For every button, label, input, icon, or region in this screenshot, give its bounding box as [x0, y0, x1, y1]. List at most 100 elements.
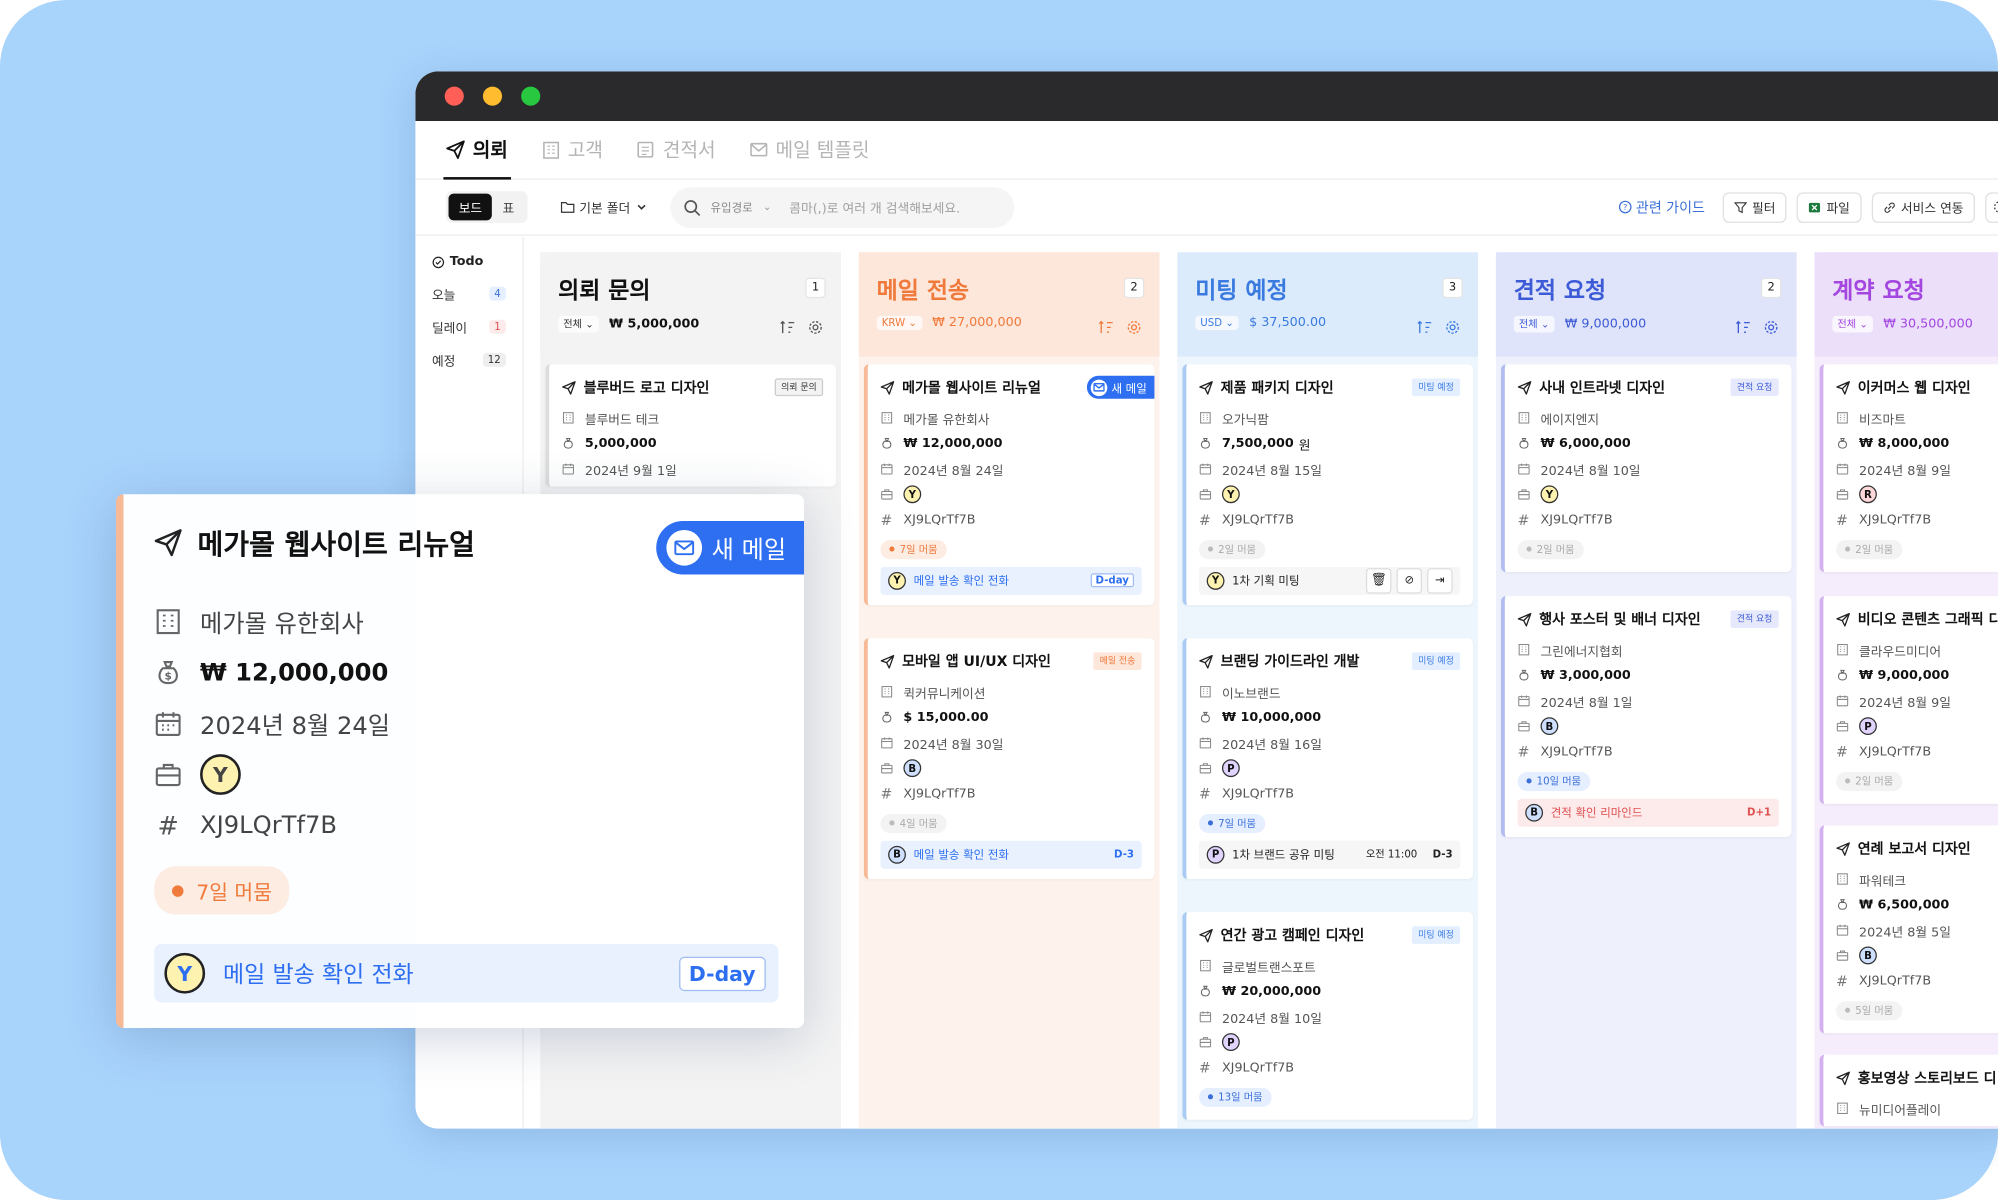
avatar[interactable]: Y	[200, 754, 241, 795]
avatar[interactable]: Y	[903, 485, 922, 504]
stay-badge: 2일 머뭄	[1836, 771, 1903, 791]
task-row[interactable]: B 메일 발송 확인 전화 D-3	[880, 840, 1142, 869]
more-button[interactable]	[1985, 191, 1998, 223]
currency-select[interactable]: 전체 ⌄	[1832, 315, 1874, 333]
request-card[interactable]: 행사 포스터 및 배너 디자인 견적 요청 그린에너지협회 ₩ 3,000,000 20…	[1501, 596, 1792, 837]
sidebar-item-today[interactable]: 오늘 4	[432, 284, 506, 303]
tab-customers[interactable]: 고객	[538, 120, 605, 179]
request-detail-card[interactable]: 메가몰 웹사이트 리뉴얼 새 메일 메가몰 유한회사 $ ₩ 12,000,00…	[115, 494, 805, 1029]
service-integration-button[interactable]: 서비스 연동	[1871, 191, 1976, 223]
request-card[interactable]: 모바일 앱 UI/UX 디자인 메일 전송 퀵커뮤니케이션 $ 15,000.00 20…	[863, 638, 1155, 879]
request-card[interactable]: 브랜딩 가이드라인 개발 미팅 예정 이노브랜드 ₩ 10,000,000 2024년 …	[1182, 638, 1473, 879]
avatar[interactable]: B	[1859, 946, 1877, 965]
avatar[interactable]: Y	[1221, 485, 1240, 504]
sort-icon[interactable]	[1098, 320, 1113, 335]
card-title: 블루버드 로고 디자인	[583, 379, 710, 397]
building-icon	[1200, 959, 1211, 972]
new-mail-badge[interactable]: 새 메일	[1087, 375, 1155, 399]
gear-icon[interactable]	[808, 320, 823, 335]
move-icon[interactable]: ⇥	[1427, 567, 1453, 594]
gear-icon[interactable]	[1763, 320, 1778, 335]
file-button[interactable]: 파일	[1797, 191, 1862, 223]
new-mail-badge[interactable]: 새 메일	[655, 521, 805, 575]
sort-icon[interactable]	[1417, 320, 1432, 335]
task-row[interactable]: P 1차 브랜드 공유 미팅 오전 11:00 D-3	[1199, 840, 1461, 869]
task-time: 오전 11:00	[1365, 848, 1418, 860]
card-company: 파워테크	[1836, 866, 1998, 891]
currency-select[interactable]: 전체 ⌄	[1513, 315, 1555, 333]
search-input[interactable]: 콤마(,)로 여러 개 검색해보세요.	[789, 197, 960, 217]
hide-icon[interactable]: ⊘	[1396, 567, 1423, 594]
guide-link[interactable]: ? 관련 가이드	[1618, 197, 1705, 217]
search-bar[interactable]: 유입경로 ⌄ 콤마(,)로 여러 개 검색해보세요.	[669, 186, 1014, 228]
paper-plane-icon	[154, 529, 182, 557]
tab-mail-templates[interactable]: 메일 템플릿	[746, 120, 872, 179]
card-company: 비즈마트	[1836, 405, 1998, 430]
kanban-column: 메일 전송 2 KRW ⌄ ₩ 27,000,000 메가몰 웹사이트 리뉴얼 새 메일 메…	[858, 252, 1160, 1129]
card-title-row: 연간 광고 캠페인 디자인 미팅 예정	[1199, 925, 1461, 945]
card-code: # XJ9LQrTf7B	[1836, 507, 1998, 532]
stay-label: 10일 머뭄	[1536, 775, 1582, 787]
amount-value: $ 15,000.00	[903, 710, 989, 725]
column-count: 1	[805, 277, 826, 299]
file-label: 파일	[1826, 202, 1850, 217]
search-filter-select[interactable]: 유입경로	[710, 199, 752, 216]
money-bag-icon	[1519, 669, 1529, 681]
card-date: 2024년 9월 1일	[562, 456, 823, 481]
sidebar-todo[interactable]: Todo	[432, 255, 522, 269]
tab-requests[interactable]: 의뢰	[443, 120, 510, 180]
avatar[interactable]: B	[903, 759, 922, 778]
request-card[interactable]: 제품 패키지 디자인 미팅 예정 오가닉팜 7,500,000 원 2024년 8월 15…	[1182, 364, 1473, 605]
request-card[interactable]: 홍보영상 스토리보드 디 뉴미디어플레이	[1819, 1054, 1998, 1127]
briefcase-icon	[1836, 489, 1849, 500]
avatar[interactable]: P	[1859, 717, 1877, 736]
gear-icon[interactable]	[1445, 320, 1460, 335]
column-count: 2	[1760, 277, 1782, 299]
request-card[interactable]: 이커머스 웹 디자인 비즈마트 ₩ 8,000,000 2024년 8월 9일 R # XJ…	[1819, 364, 1998, 572]
minimize-window-button[interactable]	[482, 86, 503, 106]
avatar[interactable]: R	[1859, 485, 1877, 504]
sidebar-item-delay[interactable]: 딜레이 1	[432, 317, 506, 336]
amount-value: ₩ 9,000,000	[1859, 668, 1950, 683]
task-row[interactable]: Y 메일 발송 확인 전화 D-day	[880, 566, 1142, 595]
request-card[interactable]: 메가몰 웹사이트 리뉴얼 새 메일 메가몰 유한회사 ₩ 12,000,000 2024…	[863, 364, 1155, 605]
task-row[interactable]: Y 1차 기획 미팅 🗑 ⊘ ⇥	[1199, 566, 1461, 595]
request-card[interactable]: 연례 보고서 디자인 파워테크 ₩ 6,500,000 2024년 8월 5일 B # XJ…	[1819, 825, 1998, 1033]
avatar[interactable]: P	[1221, 759, 1240, 778]
request-card[interactable]: 비디오 콘텐츠 그래픽 디 클라우드미디어 ₩ 9,000,000 2024년 8월 …	[1819, 596, 1998, 804]
task-row[interactable]: Y 메일 발송 확인 전화 D-day	[154, 943, 779, 1003]
sort-icon[interactable]	[1735, 320, 1750, 335]
request-card[interactable]: 블루버드 로고 디자인 의뢰 문의 블루버드 테크 5,000,000 2024년 9월…	[545, 364, 836, 487]
detail-amount: $ ₩ 12,000,000	[154, 647, 804, 698]
task-row[interactable]: B 견적 확인 리마인드 D+1	[1517, 798, 1779, 827]
briefcase-icon	[1836, 950, 1849, 961]
currency-select[interactable]: KRW ⌄	[876, 315, 923, 330]
building-icon	[1200, 412, 1211, 424]
avatar[interactable]: Y	[1540, 485, 1559, 504]
card-company: 그린에너지협회	[1518, 637, 1779, 662]
request-card[interactable]: 사내 인트라넷 디자인 견적 요청 에이지엔지 ₩ 6,000,000 2024년 8월…	[1501, 364, 1792, 572]
avatar[interactable]: P	[1221, 1033, 1240, 1051]
folder-select[interactable]: 기본 폴더	[560, 197, 647, 217]
avatar[interactable]: B	[1540, 717, 1559, 736]
detail-assignee: Y	[154, 749, 804, 800]
gear-icon[interactable]	[1126, 320, 1141, 335]
close-window-button[interactable]	[444, 86, 464, 106]
maximize-window-button[interactable]	[521, 86, 541, 106]
view-table-button[interactable]: 표	[492, 194, 524, 221]
sidebar-item-scheduled[interactable]: 예정 12	[432, 350, 506, 369]
filter-label: 필터	[1752, 202, 1776, 217]
tab-quotes[interactable]: 견적서	[634, 120, 719, 179]
view-board-button[interactable]: 보드	[448, 193, 493, 221]
amount-value: ₩ 3,000,000	[1540, 668, 1631, 683]
card-amount: ₩ 9,000,000	[1836, 662, 1998, 687]
currency-select[interactable]: 전체 ⌄	[558, 315, 599, 333]
trash-icon[interactable]: 🗑	[1365, 567, 1392, 594]
currency-select[interactable]: USD ⌄	[1195, 315, 1239, 330]
sort-icon[interactable]	[780, 320, 795, 335]
filter-button[interactable]: 필터	[1722, 191, 1787, 223]
card-date: 2024년 8월 24일	[880, 456, 1141, 481]
request-card[interactable]: 연간 광고 캠페인 디자인 미팅 예정 글로벌트랜스포트 ₩ 20,000,000 20…	[1182, 912, 1473, 1120]
amount-value: ₩ 6,000,000	[1540, 436, 1631, 451]
date-value: 2024년 8월 24일	[903, 464, 1004, 479]
